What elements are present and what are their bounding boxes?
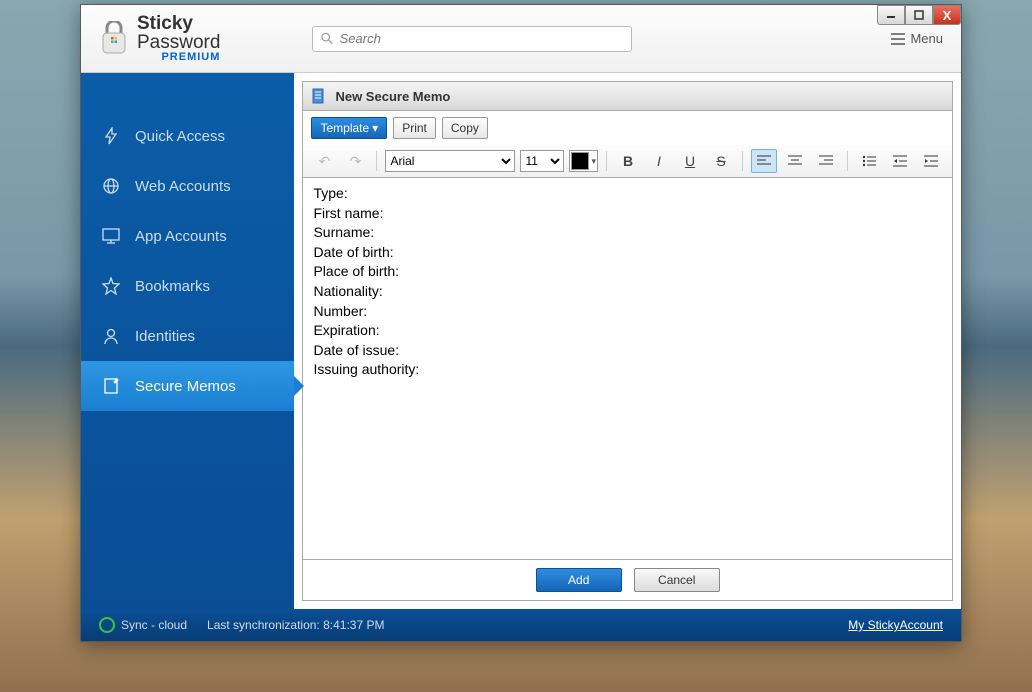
menu-label: Menu <box>910 31 943 46</box>
memo-field-line: Date of birth: <box>313 243 942 263</box>
dialog-buttons: Add Cancel <box>302 560 953 601</box>
separator <box>742 151 743 171</box>
separator <box>606 151 607 171</box>
copy-button[interactable]: Copy <box>442 117 488 139</box>
sidebar-item-label: Identities <box>135 328 195 345</box>
body-area: Quick Access Web Accounts App Accounts B… <box>81 73 961 609</box>
sidebar-item-app-accounts[interactable]: App Accounts <box>81 211 294 261</box>
search-box[interactable] <box>312 26 632 52</box>
hamburger-icon <box>891 33 905 45</box>
template-button[interactable]: Template▾ <box>311 117 387 139</box>
sidebar-item-label: Secure Memos <box>135 378 236 395</box>
search-input[interactable] <box>340 31 624 46</box>
last-sync-text: Last synchronization: 8:41:37 PM <box>207 618 384 632</box>
logo-text-2: Password <box>137 33 220 52</box>
app-header: Sticky Password PREMIUM Menu <box>81 5 961 73</box>
app-window: X Sticky Password PREMIUM <box>80 4 962 642</box>
sidebar-item-web-accounts[interactable]: Web Accounts <box>81 161 294 211</box>
bold-button[interactable]: B <box>615 149 641 173</box>
separator <box>376 151 377 171</box>
align-left-button[interactable] <box>751 149 777 173</box>
separator <box>847 151 848 171</box>
menu-button[interactable]: Menu <box>891 31 943 46</box>
sidebar: Quick Access Web Accounts App Accounts B… <box>81 73 294 609</box>
content-header: New Secure Memo <box>302 81 953 111</box>
memo-field-line: Type: <box>313 184 942 204</box>
minimize-button[interactable] <box>877 5 905 25</box>
font-select[interactable]: Arial <box>385 150 515 172</box>
memo-field-line: Issuing authority: <box>313 360 942 380</box>
app-footer: Sync - cloud Last synchronization: 8:41:… <box>81 609 961 641</box>
logo-text-1: Sticky <box>137 14 220 33</box>
print-button[interactable]: Print <box>393 117 436 139</box>
memo-field-line: First name: <box>313 204 942 224</box>
monitor-icon <box>101 226 121 246</box>
memo-field-line: Number: <box>313 302 942 322</box>
memo-editor[interactable]: Type:First name:Surname:Date of birth:Pl… <box>302 178 953 560</box>
logo-text-3: PREMIUM <box>137 52 220 63</box>
lock-icon <box>99 21 129 57</box>
font-size-select[interactable]: 11 <box>520 150 564 172</box>
memo-field-line: Place of birth: <box>313 262 942 282</box>
document-icon <box>311 88 327 104</box>
cancel-button[interactable]: Cancel <box>634 568 720 592</box>
align-center-button[interactable] <box>782 149 808 173</box>
sync-label: Sync - cloud <box>121 618 187 632</box>
sidebar-item-label: Web Accounts <box>135 178 231 195</box>
format-toolbar: ↶ ↷ Arial 11 ▾ B I U S <box>302 145 953 178</box>
sidebar-item-label: Quick Access <box>135 128 225 145</box>
outdent-button[interactable] <box>887 149 913 173</box>
bullet-list-button[interactable] <box>856 149 882 173</box>
globe-icon <box>101 176 121 196</box>
sidebar-item-quick-access[interactable]: Quick Access <box>81 111 294 161</box>
memo-field-line: Expiration: <box>313 321 942 341</box>
sidebar-item-identities[interactable]: Identities <box>81 311 294 361</box>
maximize-button[interactable] <box>905 5 933 25</box>
sidebar-item-bookmarks[interactable]: Bookmarks <box>81 261 294 311</box>
strikethrough-button[interactable]: S <box>708 149 734 173</box>
search-icon <box>321 32 333 45</box>
italic-button[interactable]: I <box>646 149 672 173</box>
add-button[interactable]: Add <box>536 568 622 592</box>
content-title: New Secure Memo <box>335 89 450 104</box>
memo-field-line: Surname: <box>313 223 942 243</box>
underline-button[interactable]: U <box>677 149 703 173</box>
star-icon <box>101 276 121 296</box>
person-icon <box>101 326 121 346</box>
font-color-picker[interactable]: ▾ <box>569 150 598 172</box>
sidebar-item-secure-memos[interactable]: Secure Memos <box>81 361 294 411</box>
content-area: New Secure Memo Template▾ Print Copy ↶ ↷… <box>294 73 961 609</box>
chevron-down-icon: ▾ <box>591 156 596 167</box>
sidebar-item-label: App Accounts <box>135 228 227 245</box>
chevron-down-icon: ▾ <box>372 121 378 135</box>
my-account-link[interactable]: My StickyAccount <box>848 618 943 632</box>
align-right-button[interactable] <box>813 149 839 173</box>
sync-icon <box>99 617 115 633</box>
bolt-icon <box>101 126 121 146</box>
memo-field-line: Nationality: <box>313 282 942 302</box>
window-controls: X <box>877 5 961 25</box>
memo-field-line: Date of issue: <box>313 341 942 361</box>
memo-icon <box>101 376 121 396</box>
close-button[interactable]: X <box>933 5 961 25</box>
indent-button[interactable] <box>918 149 944 173</box>
sync-status[interactable]: Sync - cloud <box>99 617 187 633</box>
action-bar: Template▾ Print Copy <box>302 111 953 145</box>
app-logo: Sticky Password PREMIUM <box>99 14 220 63</box>
sidebar-item-label: Bookmarks <box>135 278 210 295</box>
undo-button[interactable]: ↶ <box>311 149 337 173</box>
redo-button[interactable]: ↷ <box>342 149 368 173</box>
